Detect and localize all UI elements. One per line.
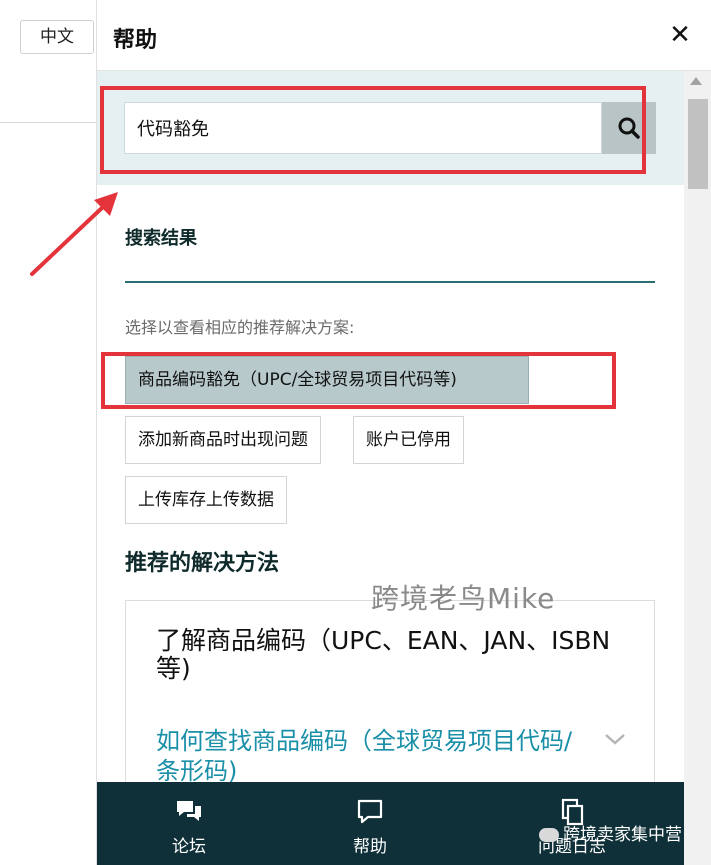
corner-watermark: 跨境卖家集中营 [539,820,682,845]
results-hint: 选择以查看相应的推荐解决方案: [125,318,355,337]
search-input[interactable] [125,103,601,153]
result-chip-account-deactivated[interactable]: 账户已停用 [353,416,464,464]
result-chip-inventory-upload[interactable]: 上传库存上传数据 [125,476,287,524]
search-icon [618,117,640,139]
corner-watermark-text: 跨境卖家集中营 [563,825,682,845]
scroll-up-arrow-icon[interactable] [690,77,702,85]
nav-forum[interactable]: 论坛 [134,782,244,865]
close-button[interactable]: ✕ [665,18,695,52]
card-title: 了解商品编码（UPC、EAN、JAN、ISBN 等) [156,626,611,683]
forum-icon [177,801,201,821]
search-button[interactable] [602,102,656,154]
bottom-nav: 论坛 帮助 问题日志 跨境卖家集中营 [97,782,684,865]
nav-help-label: 帮助 [353,837,387,857]
recommended-heading: 推荐的解决方法 [125,551,280,576]
language-button[interactable]: 中文 [20,20,94,54]
help-panel: 帮助 ✕ 搜索结果 选择以查看相应的推荐解决方案: 商品编码豁免（UPC/全球贸… [96,0,711,865]
scrollbar[interactable] [684,71,711,865]
help-chat-icon [357,799,383,824]
card-link[interactable]: 如何查找商品编码（全球贸易项目代码/条形码) [156,726,586,786]
panel-title: 帮助 [113,28,158,53]
background-divider [0,122,96,123]
nav-forum-label: 论坛 [172,837,206,857]
search-field[interactable] [124,102,602,154]
solution-card: 了解商品编码（UPC、EAN、JAN、ISBN 等) 如何查找商品编码（全球贸易… [125,600,655,800]
result-chip-new-listing-issue[interactable]: 添加新商品时出现问题 [125,416,321,464]
chevron-down-icon[interactable] [604,731,626,747]
watermark-text: 跨境老鸟Mike [371,582,556,615]
scroll-thumb[interactable] [688,99,708,189]
search-area [97,71,684,185]
panel-header: 帮助 ✕ [97,0,711,71]
background-page: 中文 [0,0,96,865]
nav-help[interactable]: 帮助 [315,782,425,865]
results-underline [125,281,655,283]
search-results-heading: 搜索结果 [125,228,197,249]
wechat-icon [539,828,559,842]
result-chip-barcode-exemption[interactable]: 商品编码豁免（UPC/全球贸易项目代码等) [125,356,529,404]
